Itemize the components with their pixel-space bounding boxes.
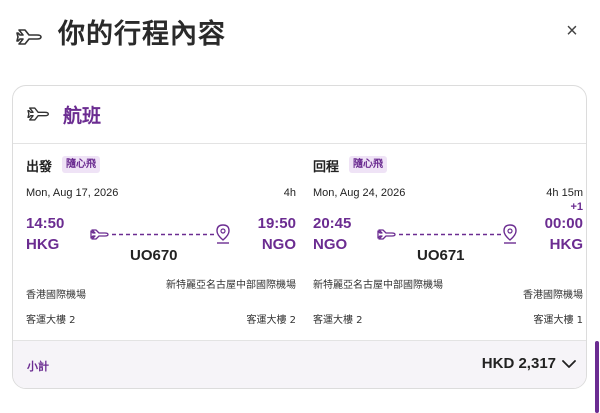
departure-code: HKG	[26, 236, 60, 253]
subtotal-value: HKD 2,317	[481, 355, 556, 372]
dialog-header: 你的行程內容 ×	[0, 0, 600, 62]
location-pin-icon	[216, 224, 230, 244]
arrival-airport: 香港國際機場	[523, 290, 583, 301]
route-line	[377, 224, 517, 244]
fare-badge: 隨心飛	[349, 156, 387, 173]
arrival-terminal: 客運大樓 2	[246, 315, 296, 326]
return-leg: 回程 隨心飛 Mon, Aug 24, 2026 4h 15m +1 20:45…	[313, 156, 583, 336]
departure-time: 20:45	[313, 215, 352, 232]
plane-icon	[377, 229, 396, 240]
page-title: 你的行程內容	[58, 19, 226, 50]
leg-date: Mon, Aug 24, 2026	[313, 187, 406, 199]
arrival-code: NGO	[261, 236, 296, 253]
location-pin-icon	[503, 224, 517, 244]
arrival-airport: 新特麗亞名古屋中部國際機場	[166, 280, 296, 291]
plane-icon	[90, 229, 109, 240]
subtotal-label: 小計	[27, 360, 49, 373]
card-header: 航班	[13, 86, 586, 144]
subtotal-row[interactable]: 小計 HKD 2,317	[13, 340, 586, 388]
arrival-time: 00:00	[544, 215, 583, 232]
arrival-terminal: 客運大樓 1	[533, 315, 583, 326]
leg-label: 回程	[313, 160, 340, 175]
plane-icon	[27, 107, 49, 121]
fare-badge: 隨心飛	[62, 156, 100, 173]
flight-card: 航班 出發 隨心飛 Mon, Aug 17, 2026 4h 14:50 HKG…	[12, 85, 587, 389]
outbound-leg: 出發 隨心飛 Mon, Aug 17, 2026 4h 14:50 HKG UO…	[26, 156, 296, 336]
chevron-down-icon[interactable]	[562, 359, 576, 369]
departure-time: 14:50	[26, 215, 65, 232]
plane-icon	[16, 29, 42, 45]
departure-terminal: 客運大樓 2	[313, 315, 363, 326]
departure-airport: 新特麗亞名古屋中部國際機場	[313, 280, 443, 291]
leg-duration: 4h 15m	[546, 187, 583, 199]
scrollbar-thumb[interactable]	[595, 341, 599, 413]
leg-date: Mon, Aug 17, 2026	[26, 187, 119, 199]
departure-airport: 香港國際機場	[26, 290, 86, 301]
next-day-indicator: +1	[570, 201, 583, 213]
arrival-time: 19:50	[257, 215, 296, 232]
departure-code: NGO	[313, 236, 348, 253]
departure-terminal: 客運大樓 2	[26, 315, 76, 326]
flight-number: UO671	[417, 247, 465, 264]
close-button[interactable]: ×	[561, 20, 583, 42]
route-line	[90, 224, 230, 244]
leg-duration: 4h	[283, 187, 296, 199]
flight-number: UO670	[130, 247, 178, 264]
card-title: 航班	[63, 105, 102, 127]
arrival-code: HKG	[549, 236, 583, 253]
leg-label: 出發	[26, 160, 53, 175]
